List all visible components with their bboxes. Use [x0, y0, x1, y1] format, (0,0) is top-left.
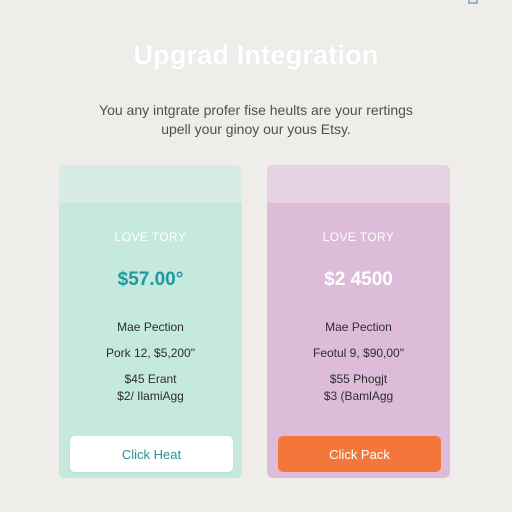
- click-pack-button[interactable]: Click Pack: [278, 436, 441, 472]
- plan-name: Mae Pection: [117, 320, 184, 334]
- plan-label: LOVE TORY: [114, 230, 187, 244]
- plan-detail: Feotul 9, $90,00": [313, 346, 404, 360]
- plan-detail: Pork 12, $5,200": [106, 346, 195, 360]
- plan-detail: $3 (BamlAgg: [323, 389, 394, 403]
- plan-price: $2 4500: [324, 269, 393, 290]
- plan-price: $57.00°: [117, 269, 184, 290]
- pricing-card-left-content: LOVE TORY $57.00° Mae Pection Pork 12, $…: [59, 0, 242, 512]
- plan-detail: $2/ IlamiAgg: [117, 389, 184, 403]
- plan-name: Mae Pection: [325, 320, 392, 334]
- click-heat-button[interactable]: Click Heat: [70, 436, 233, 472]
- plan-label: LOVE TORY: [322, 230, 395, 244]
- corner-icon: [468, 0, 478, 4]
- pricing-card-right-content: LOVE TORY $2 4500 Mae Pection Feotul 9, …: [267, 0, 450, 512]
- plan-detail: $45 Erant: [124, 372, 177, 386]
- plan-detail: $55 Phogjt: [329, 372, 388, 386]
